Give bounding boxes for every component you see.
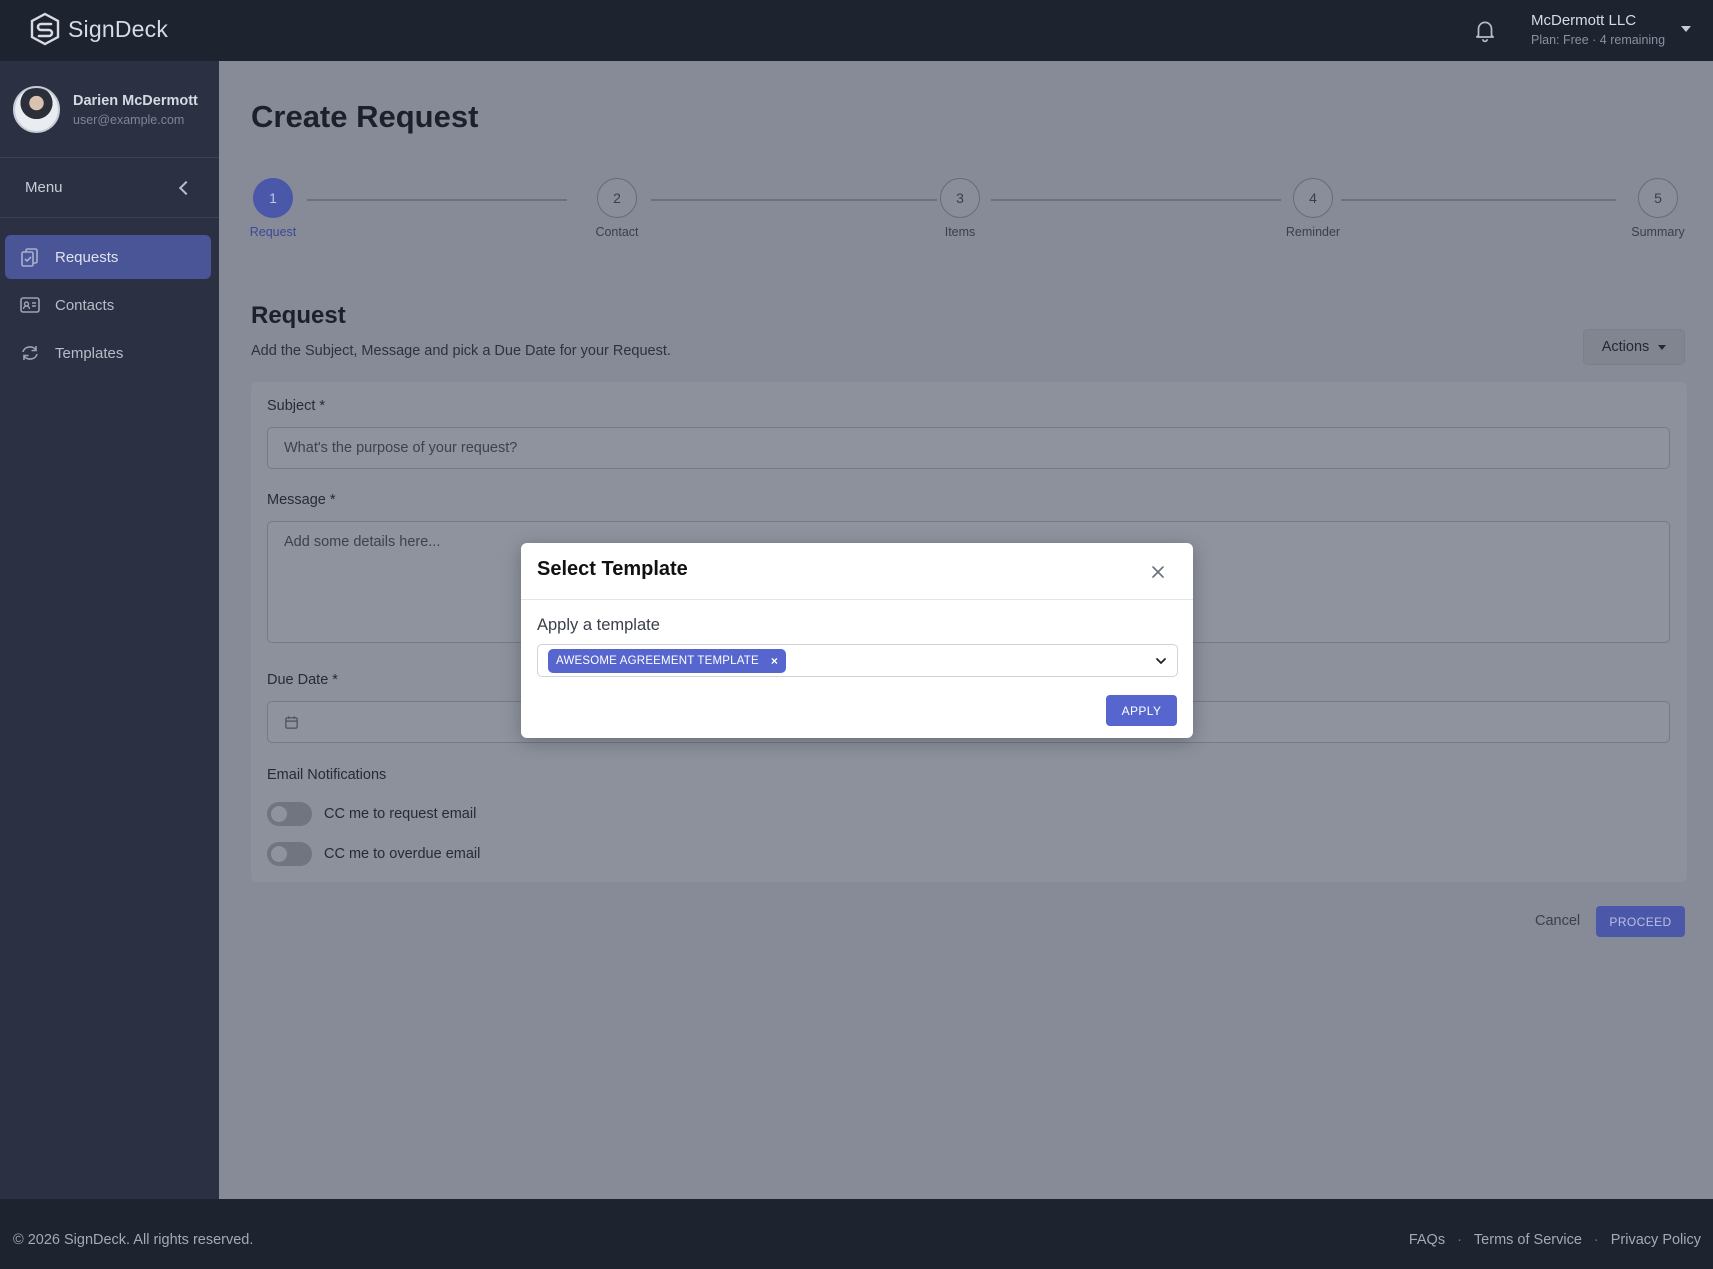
step-items[interactable]: 3 Items (930, 178, 990, 239)
separator: · (1457, 1232, 1462, 1248)
selected-template-chip: AWESOME AGREEMENT TEMPLATE × (548, 649, 787, 673)
calendar-icon (285, 715, 298, 729)
footer-links: FAQs · Terms of Service · Privacy Policy (1409, 1232, 1701, 1248)
step-summary[interactable]: 5 Summary (1628, 178, 1688, 239)
step-connector (1341, 199, 1616, 201)
app-logo[interactable]: SignDeck (28, 12, 168, 46)
footer: © 2026 SignDeck. All rights reserved. FA… (0, 1199, 1713, 1269)
avatar (13, 86, 60, 133)
step-label: Reminder (1285, 225, 1341, 239)
actions-dropdown-button[interactable]: Actions (1583, 329, 1685, 365)
step-connector (651, 199, 937, 201)
privacy-link[interactable]: Privacy Policy (1611, 1232, 1701, 1248)
step-connector (307, 199, 567, 201)
cc-request-email-toggle[interactable] (267, 802, 312, 826)
cc-overdue-email-toggle-row: CC me to overdue email (267, 842, 480, 866)
sidebar-item-templates[interactable]: Templates (5, 331, 211, 375)
divider (0, 157, 219, 158)
sidebar-item-contacts[interactable]: Contacts (5, 283, 211, 327)
subject-input[interactable]: What's the purpose of your request? (267, 427, 1670, 469)
step-label: Items (944, 225, 976, 239)
requests-icon (21, 248, 38, 267)
sidebar-item-label: Requests (55, 248, 119, 266)
top-bar: SignDeck McDermott LLC Plan: Free · 4 re… (0, 0, 1713, 61)
toggle-label: CC me to overdue email (324, 846, 481, 862)
step-number: 3 (940, 178, 980, 218)
account-switcher[interactable]: McDermott LLC Plan: Free · 4 remaining (1531, 12, 1665, 47)
sidebar-item-label: Contacts (55, 296, 115, 314)
user-profile[interactable]: Darien McDermott user@example.com (13, 86, 198, 133)
step-number: 5 (1638, 178, 1678, 218)
email-notifications-label: Email Notifications (267, 767, 387, 783)
sidebar-item-label: Templates (55, 344, 124, 362)
step-number: 1 (253, 178, 293, 218)
step-label: Request (249, 225, 297, 239)
toggle-label: CC me to request email (324, 806, 477, 822)
divider (0, 217, 219, 218)
plan-status: Plan: Free · 4 remaining (1531, 33, 1666, 47)
page-title: Create Request (251, 99, 479, 134)
select-template-modal: Select Template Apply a template AWESOME… (521, 543, 1193, 738)
cancel-button[interactable]: Cancel (1535, 913, 1580, 929)
step-request[interactable]: 1 Request (243, 178, 303, 239)
cc-overdue-email-toggle[interactable] (267, 842, 312, 866)
due-date-label: Due Date * (267, 672, 338, 688)
sidebar: Darien McDermott user@example.com Menu R… (0, 61, 219, 1199)
step-contact[interactable]: 2 Contact (587, 178, 647, 239)
user-name: Darien McDermott (73, 92, 198, 109)
step-label: Contact (595, 225, 639, 239)
terms-link[interactable]: Terms of Service (1474, 1232, 1582, 1248)
caret-down-icon[interactable] (1681, 26, 1691, 32)
chevron-down-icon[interactable] (1154, 654, 1168, 668)
step-connector (991, 199, 1281, 201)
chip-label: AWESOME AGREEMENT TEMPLATE (556, 655, 759, 667)
apply-button[interactable]: APPLY (1106, 695, 1177, 726)
bell-icon[interactable] (1472, 17, 1498, 43)
subject-label: Subject * (267, 398, 326, 414)
template-select[interactable]: AWESOME AGREEMENT TEMPLATE × (537, 644, 1178, 677)
actions-label: Actions (1601, 339, 1650, 355)
template-field-label: Apply a template (537, 616, 660, 634)
copyright: © 2026 SignDeck. All rights reserved. (13, 1232, 254, 1248)
user-email: user@example.com (73, 112, 185, 127)
org-name: McDermott LLC (1531, 12, 1637, 29)
cc-request-email-toggle-row: CC me to request email (267, 802, 476, 826)
faqs-link[interactable]: FAQs (1409, 1232, 1445, 1248)
menu-toggle[interactable]: Menu (25, 179, 195, 196)
menu-label: Menu (25, 179, 63, 196)
sidebar-item-requests[interactable]: Requests (5, 235, 211, 279)
remove-chip-icon[interactable]: × (771, 654, 778, 668)
separator: · (1593, 1232, 1599, 1248)
stepper: 1 Request 2 Contact 3 Items 4 Reminder 5… (250, 178, 1688, 248)
modal-title: Select Template (537, 558, 688, 580)
divider (521, 599, 1193, 600)
step-number: 4 (1293, 178, 1333, 218)
close-icon[interactable] (1149, 563, 1167, 581)
caret-down-icon (1658, 344, 1667, 350)
app-name: SignDeck (68, 15, 169, 42)
step-reminder[interactable]: 4 Reminder (1283, 178, 1343, 239)
step-label: Summary (1631, 225, 1685, 239)
message-label: Message * (267, 492, 336, 508)
templates-icon (22, 346, 38, 360)
contacts-icon (20, 297, 40, 313)
section-title: Request (251, 302, 346, 329)
step-number: 2 (597, 178, 637, 218)
proceed-button[interactable]: PROCEED (1596, 906, 1685, 937)
chevron-left-icon[interactable] (178, 180, 194, 195)
section-subtitle: Add the Subject, Message and pick a Due … (251, 343, 671, 359)
signdeck-logo-icon (30, 12, 60, 46)
